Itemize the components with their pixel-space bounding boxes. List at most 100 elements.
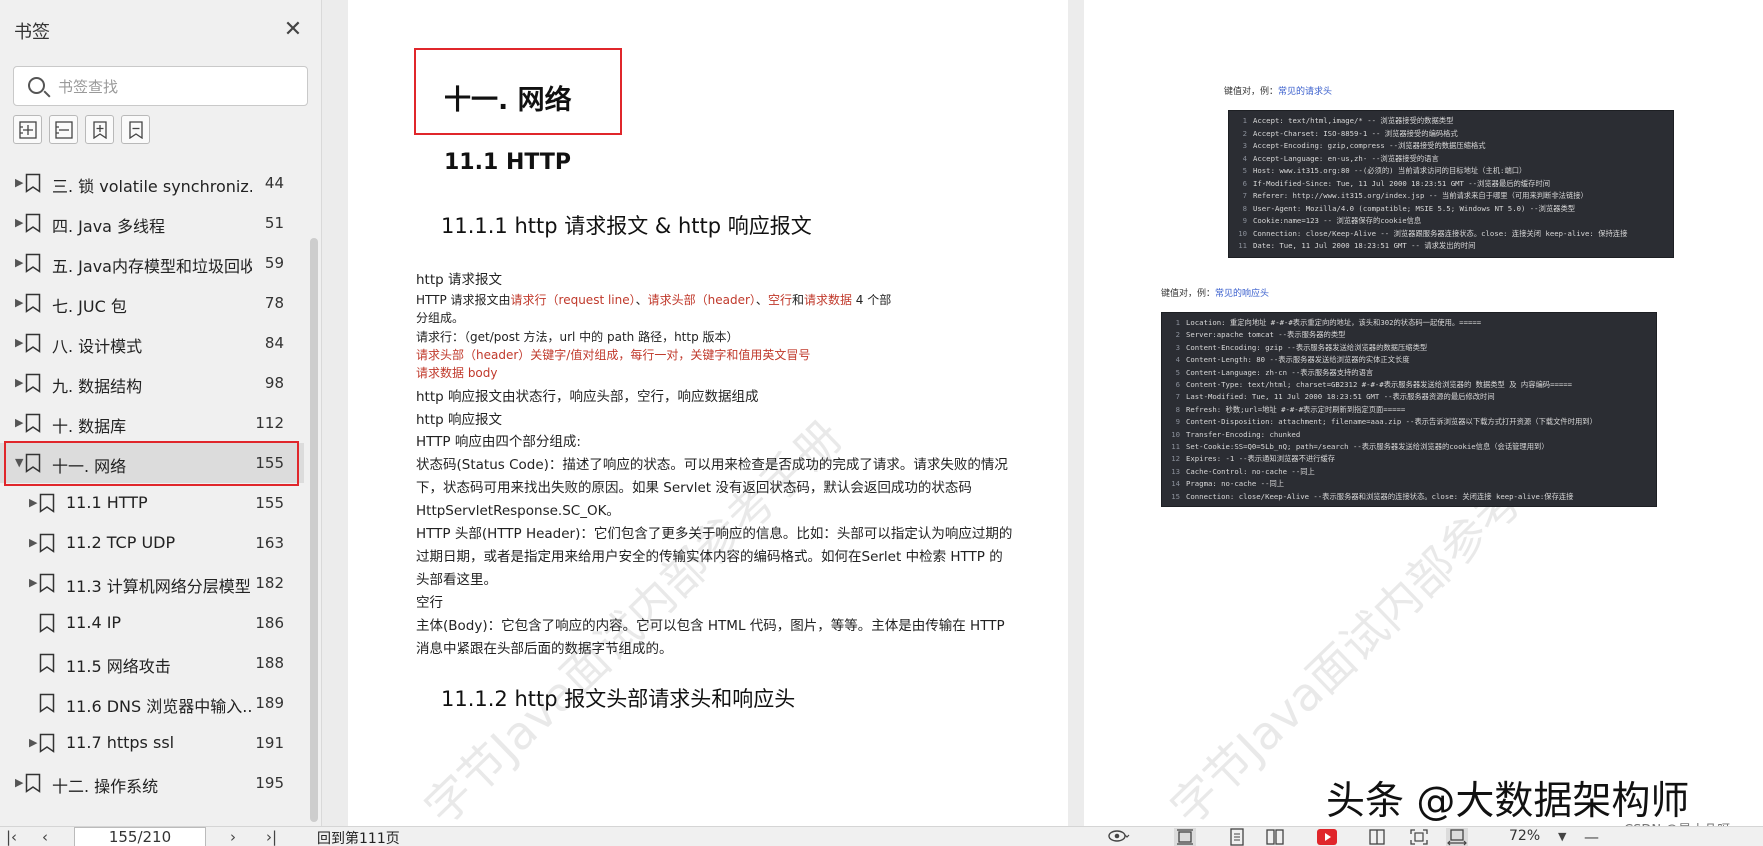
subsection-heading: 11.1.2 http 报文头部请求头和响应头 xyxy=(441,687,796,711)
eye-protection-button[interactable] xyxy=(1108,828,1130,846)
code-text: Referer: http://www.it315.org/index.jsp … xyxy=(1253,191,1588,200)
fit-page-icon xyxy=(1410,829,1428,845)
bookmark-item[interactable]: 11.5 网络攻击 188 xyxy=(0,643,304,683)
collapse-bookmark-button[interactable] xyxy=(121,115,150,144)
close-sidebar-button[interactable]: ✕ xyxy=(280,17,306,43)
bookmark-item[interactable]: 11.4 IP 186 xyxy=(0,603,304,643)
code-text: Cache-Control: no-cache --同上 xyxy=(1186,466,1315,476)
bookmark-item[interactable]: ▶ 五. Java内存模型和垃圾回收 59 xyxy=(0,243,304,283)
collapsed-caret-icon[interactable]: ▶ xyxy=(29,736,37,749)
line-number: 11 xyxy=(1171,442,1180,451)
code-line: 15 Connection: close/Keep-Alive --表示服务器和浏… xyxy=(1162,492,1573,504)
collapsed-caret-icon[interactable]: ▶ xyxy=(15,296,23,309)
code-line: 3 Accept-Encoding: gzip,compress --浏览器接受的… xyxy=(1229,141,1486,153)
code-line: 9 Content-Disposition: attachment; filena… xyxy=(1162,417,1597,429)
code-line: 2 Server:apache tomcat --表示服务器的类型 xyxy=(1162,330,1346,342)
bookmark-item[interactable]: ▶ 十二. 操作系统 195 xyxy=(0,763,304,803)
bookmark-item[interactable]: ▶ 十. 数据库 112 xyxy=(0,403,304,443)
code-line: 1 Location: 重定向地址 #-#-#表示重定向的地址，该头和302的状态… xyxy=(1162,318,1482,330)
text-line: HTTP 请求报文由请求行（request line）、请求头部（header）… xyxy=(416,293,892,307)
code-text: User-Agent: Mozilla/4.0 (compatible; MSI… xyxy=(1253,203,1576,213)
bookmark-item[interactable]: ▶ 四. Java 多线程 51 xyxy=(0,203,304,243)
prev-page-button[interactable]: ‹ xyxy=(42,828,48,846)
collapsed-caret-icon[interactable]: ▶ xyxy=(15,336,23,349)
play-button[interactable] xyxy=(1316,828,1338,846)
zoom-level[interactable]: 72% xyxy=(1509,828,1540,844)
line-number: 7 xyxy=(1242,191,1247,200)
caption-response-headers: 键值对，例：常见的响应头 xyxy=(1161,289,1270,299)
collapsed-caret-icon[interactable]: ▶ xyxy=(15,176,23,189)
line-number: 7 xyxy=(1175,392,1180,402)
bookmark-item[interactable]: ▶ 11.7 https ssl 191 xyxy=(0,723,304,763)
bookmark-item[interactable]: ▶ 11.2 TCP UDP 163 xyxy=(0,523,304,563)
code-line: 14 Pragma: no-cache --同上 xyxy=(1162,479,1284,491)
next-page-button[interactable]: › xyxy=(230,828,236,846)
document-view[interactable]: 字节Java面试内部参考手册 十一. 网络 11.1 HTTP 11.1.1 h… xyxy=(322,0,1763,826)
line-number: 9 xyxy=(1175,417,1180,427)
chevron-right-icon: › xyxy=(230,828,236,846)
first-page-button[interactable]: |‹ xyxy=(6,828,17,846)
bookmark-label: 八. 设计模式 xyxy=(52,337,143,356)
zoom-out-button[interactable]: — xyxy=(1584,828,1599,846)
line-number: 8 xyxy=(1175,404,1180,414)
bookmark-label: 11.3 计算机网络分层模型 xyxy=(66,577,251,596)
code-line: 4 Content-Length: 80 --表示服务器发送给浏览器的实体正文长度 xyxy=(1162,355,1410,367)
line-number: 6 xyxy=(1175,380,1180,389)
code-text: Date: Tue, 11 Jul 2000 18:23:51 GMT -- 请… xyxy=(1253,241,1476,250)
last-page-button[interactable]: ›| xyxy=(266,828,277,846)
bookmark-label: 11.4 IP xyxy=(66,613,122,632)
line-number: 12 xyxy=(1171,454,1180,464)
bookmark-item[interactable]: ▶ 11.1 HTTP 155 xyxy=(0,483,304,523)
bookmark-icon xyxy=(25,253,41,277)
code-text: Pragma: no-cache --同上 xyxy=(1186,479,1285,489)
bookmark-item[interactable]: ▶ 七. JUC 包 78 xyxy=(0,283,304,323)
bookmark-icon xyxy=(39,693,55,717)
collapsed-caret-icon[interactable]: ▶ xyxy=(15,376,23,389)
single-page-icon xyxy=(1177,829,1193,845)
bookmark-item[interactable]: ▶ 11.3 计算机网络分层模型 182 xyxy=(0,563,304,603)
bookmark-search-box[interactable] xyxy=(13,66,308,106)
subsection-heading: 11.1.1 http 请求报文 & http 响应报文 xyxy=(441,214,812,238)
sidebar-scrollbar[interactable] xyxy=(310,238,318,822)
bookmark-item[interactable]: 11.6 DNS 浏览器中输入... 189 xyxy=(0,683,304,723)
bookmark-item[interactable]: ▼ 十一. 网络 155 xyxy=(0,443,304,483)
delete-bookmark-button[interactable] xyxy=(49,115,78,144)
close-icon: ✕ xyxy=(283,17,303,42)
collapsed-caret-icon[interactable]: ▶ xyxy=(15,256,23,269)
bookmark-label: 九. 数据结构 xyxy=(52,377,143,396)
collapsed-caret-icon[interactable]: ▶ xyxy=(15,216,23,229)
add-bookmark-button[interactable] xyxy=(13,115,42,144)
collapsed-caret-icon[interactable]: ▶ xyxy=(15,416,23,429)
bookmark-search-input[interactable] xyxy=(58,75,298,99)
columns-view-button[interactable] xyxy=(1366,828,1388,846)
bookmark-toolbar xyxy=(13,115,150,145)
bookmark-item[interactable]: ▶ 八. 设计模式 84 xyxy=(0,323,304,363)
expand-bookmark-button[interactable] xyxy=(85,115,114,144)
bookmark-item[interactable]: ▶ 三. 锁 volatile synchroniz... 44 xyxy=(0,163,304,203)
collapsed-caret-icon[interactable]: ▶ xyxy=(15,776,23,789)
section-heading: 11.1 HTTP xyxy=(444,150,571,175)
bookmark-item[interactable]: ▶ 九. 数据结构 98 xyxy=(0,363,304,403)
text-line: http 请求报文 xyxy=(416,272,503,288)
collapsed-caret-icon[interactable]: ▶ xyxy=(29,576,37,589)
code-line: 2 Accept-Charset: ISO-8859-1 -- 浏览器接受的编码格… xyxy=(1229,129,1458,141)
collapsed-caret-icon[interactable]: ▶ xyxy=(29,496,37,509)
single-page-view-button[interactable] xyxy=(1174,828,1196,846)
page-view-button[interactable] xyxy=(1226,828,1248,846)
line-number: 1 xyxy=(1175,318,1180,327)
fit-width-button[interactable] xyxy=(1446,828,1468,846)
zoom-dropdown[interactable]: ▼ xyxy=(1558,828,1566,846)
bookmark-icon xyxy=(25,333,41,357)
fit-page-button[interactable] xyxy=(1408,828,1430,846)
expanded-caret-icon[interactable]: ▼ xyxy=(15,456,23,469)
sidebar-title: 书签 xyxy=(14,22,50,43)
line-number: 1 xyxy=(1242,116,1247,125)
caption-request-headers: 键值对，例：常见的请求头 xyxy=(1224,87,1333,97)
double-page-view-button[interactable] xyxy=(1264,828,1286,846)
collapsed-caret-icon[interactable]: ▶ xyxy=(29,536,37,549)
bookmark-page-number: 182 xyxy=(255,574,284,592)
page-number-input[interactable] xyxy=(74,827,206,846)
bottom-toolbar: |‹ ‹ › ›| 回到第111页 72% ▼ — xyxy=(0,826,1763,846)
back-to-page-link[interactable]: 回到第111页 xyxy=(317,828,400,846)
bookmark-label: 11.5 网络攻击 xyxy=(66,657,171,676)
